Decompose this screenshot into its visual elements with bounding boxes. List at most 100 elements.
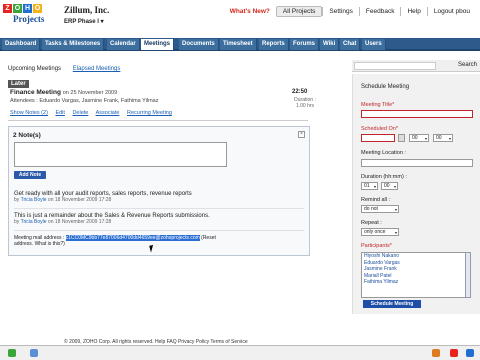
note-meta: by Tricia Boyle on 18 November 2009 17:2… [14,219,304,225]
edit-link[interactable]: Edit [55,110,64,116]
note-when: on 18 November 2009 17:28 [47,197,112,203]
show-notes-link[interactable]: Show Notes (2) [10,110,48,116]
app-window: Z O H O Projects Zillum, Inc. ERP Phase … [0,0,480,345]
note-when: on 18 November 2009 17:28 [47,219,112,225]
mail-note[interactable]: address. What is this?) [14,241,304,247]
search-button[interactable]: Search [458,62,477,68]
app-icon[interactable] [450,349,458,357]
note-author[interactable]: Tricia Boyle [21,197,47,203]
minute-value: 00 [436,135,442,141]
meeting-duration: Duration : 1.00 hrs [288,97,322,109]
location-field[interactable] [361,159,473,167]
tab-dashboard[interactable]: Dashboard [2,39,41,50]
taskbar [0,345,480,360]
logo-word: Projects [13,14,45,24]
remind-select[interactable]: do not ▾ [361,205,399,213]
delete-link[interactable]: Delete [72,110,88,116]
meeting-time: 22:50 [292,89,308,95]
all-projects-link[interactable]: All Projects [275,6,323,17]
note-author[interactable]: Tricia Boyle [21,219,47,225]
meeting-title[interactable]: Finance Meeting on 25 November 2009 [10,89,117,96]
meeting-name[interactable]: Finance Meeting [10,89,61,96]
section-label: Later [8,80,29,88]
remind-label: Remind all : [361,197,391,203]
repeat-label: Repeat : [361,220,382,226]
schedule-meeting-button[interactable]: Schedule Meeting [363,300,421,308]
repeat-select[interactable]: only once ▾ [361,228,399,236]
upcoming-meetings-tab[interactable]: Upcoming Meetings [8,66,61,72]
logo-letter: O [33,4,42,13]
company-name: Zillum, Inc. [64,5,110,15]
divider [8,120,308,121]
tab-tasks-milestones[interactable]: Tasks & Milestones [42,39,105,50]
project-selector[interactable]: ERP Phase I ▾ [64,18,104,25]
chevron-down-icon: ▾ [394,230,397,235]
tab-timesheet[interactable]: Timesheet [220,39,257,50]
logo-letter: O [13,4,22,13]
chevron-down-icon: ▾ [373,184,376,189]
associate-link[interactable]: Associate [96,110,120,116]
panel-heading: Schedule Meeting [361,84,410,90]
hour-select[interactable]: 00 ▾ [409,134,429,142]
location-label: Meeting Location : [361,150,406,156]
chevron-down-icon: ▾ [448,136,451,141]
zoho-logo[interactable]: Z O H O Projects [3,4,55,26]
note-textarea[interactable] [14,142,227,167]
participants-scrollbar[interactable] [465,252,471,298]
tab-users[interactable]: Users [362,39,386,50]
tab-chat[interactable]: Chat [340,39,361,50]
meeting-mail-info: Meeting mail address : c1CC0MC9bb77e8700… [14,235,304,247]
notes-heading: 2 Note(s) [13,132,41,139]
duration-minute-value: 00 [384,183,390,189]
note-by: by [14,197,20,203]
feedback-link[interactable]: Feedback [358,7,401,16]
calendar-icon[interactable] [398,134,405,142]
tab-documents[interactable]: Documents [179,39,219,50]
chevron-down-icon: ▾ [394,207,397,212]
remind-value: do not [364,206,378,212]
meeting-title-label: Meeting Title* [361,102,395,108]
logo-letter: H [23,4,32,13]
minute-select[interactable]: 00 ▾ [433,134,453,142]
schedule-meeting-panel: Schedule Meeting Meeting Title* Schedule… [352,74,480,314]
tab-wiki[interactable]: Wiki [320,39,340,50]
date-field[interactable] [361,134,395,142]
note-by: by [14,219,20,225]
search-input[interactable] [354,62,436,70]
app-icon[interactable] [466,349,474,357]
app-icon[interactable] [8,349,16,357]
participants-label: Participants* [361,243,392,249]
help-link[interactable]: Help [400,7,426,16]
app-icon[interactable] [432,349,440,357]
tab-calendar[interactable]: Calendar [107,39,140,50]
tab-reports[interactable]: Reports [259,39,289,50]
logo-letter: Z [3,4,12,13]
duration-value: 1.00 hrs [295,103,315,109]
meeting-title-field[interactable] [361,110,473,118]
divider [14,230,304,231]
app-icon[interactable] [30,349,38,357]
add-note-button[interactable]: Add Note [14,171,46,179]
main-tabs: Dashboard Tasks & Milestones Calendar Me… [0,38,480,51]
duration-hour-value: 01 [364,183,370,189]
tab-meetings[interactable]: Meetings [141,39,175,50]
duration-label: Duration (hh:mm) : [361,174,407,180]
hour-value: 00 [412,135,418,141]
logout-link[interactable]: Logout pbou [426,7,476,16]
mail-address[interactable]: c1CC0MC9bb77e87006d4700dd4659ee@zohoproj… [65,235,200,241]
settings-link[interactable]: Settings [322,7,359,16]
elapsed-meetings-tab[interactable]: Elapsed Meetings [73,66,121,72]
mail-suffix[interactable]: (Reset [201,235,216,241]
duration-hour-select[interactable]: 01 ▾ [361,182,378,190]
whats-new-link[interactable]: What's New? [224,7,276,16]
recurring-meeting-link[interactable]: Recurring Meeting [127,110,172,116]
chevron-down-icon: ▾ [393,184,396,189]
tab-forums[interactable]: Forums [290,39,320,50]
meeting-date: on 25 November 2009 [62,90,118,96]
note-meta: by Tricia Boyle on 18 November 2009 17:2… [14,197,304,203]
close-icon[interactable]: × [298,131,305,138]
meeting-attendees: Attendees : Eduardo Vargas, Jasmine Fran… [10,98,159,104]
participant-item[interactable]: Fathima Yilmaz [362,279,470,286]
participants-list[interactable]: Hiyoshi Nakano Eduardo Vargas Jasmine Fr… [361,252,471,298]
duration-minute-select[interactable]: 00 ▾ [381,182,398,190]
